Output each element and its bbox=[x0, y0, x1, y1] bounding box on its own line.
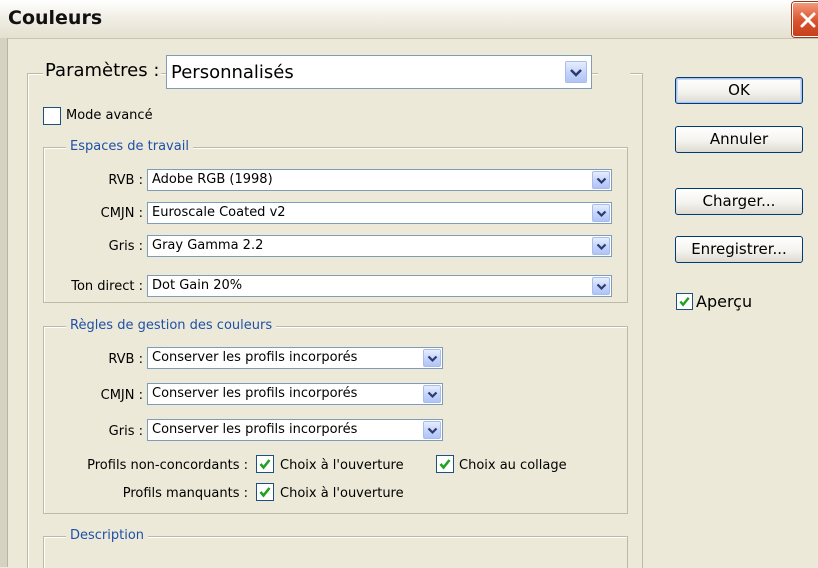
non-concordants-ouverture-label: Choix à l'ouverture bbox=[280, 458, 404, 473]
enregistrer-button[interactable]: Enregistrer... bbox=[675, 236, 803, 263]
espaces-ton-direct-select[interactable]: Dot Gain 20% bbox=[147, 275, 612, 297]
regles-cmjn-value: Conserver les profils incorporés bbox=[152, 386, 358, 401]
chevron-down-icon bbox=[596, 243, 607, 251]
ok-button[interactable]: OK bbox=[675, 77, 803, 104]
close-button[interactable] bbox=[792, 2, 818, 37]
manquants-ouverture-checkbox[interactable] bbox=[256, 483, 274, 501]
regles-rvb-label: RVB : bbox=[108, 352, 143, 367]
espaces-gris-select[interactable]: Gray Gamma 2.2 bbox=[147, 235, 612, 257]
chevron-down-icon bbox=[427, 427, 438, 435]
regles-cmjn-dropdown-button[interactable] bbox=[423, 385, 441, 403]
chevron-down-icon bbox=[427, 391, 438, 399]
manquants-ouverture-label: Choix à l'ouverture bbox=[280, 486, 404, 501]
mode-avance-label: Mode avancé bbox=[66, 108, 153, 123]
description-legend: Description bbox=[66, 528, 149, 543]
espaces-cmjn-dropdown-button[interactable] bbox=[592, 204, 610, 222]
regles-rvb-dropdown-button[interactable] bbox=[423, 349, 441, 367]
chevron-down-icon bbox=[596, 210, 607, 218]
parametres-dropdown-button[interactable] bbox=[565, 61, 587, 83]
close-icon bbox=[800, 12, 816, 28]
chevron-down-icon bbox=[596, 283, 607, 291]
window-title: Couleurs bbox=[8, 7, 103, 29]
parametres-select[interactable]: Personnalisés bbox=[166, 55, 592, 89]
espaces-cmjn-label: CMJN : bbox=[100, 206, 143, 221]
profils-non-concordants-label: Profils non-concordants : bbox=[87, 458, 248, 473]
espaces-gris-value: Gray Gamma 2.2 bbox=[152, 238, 264, 253]
non-concordants-collage-label: Choix au collage bbox=[459, 458, 567, 473]
window-left-edge bbox=[0, 38, 8, 567]
regles-cmjn-select[interactable]: Conserver les profils incorporés bbox=[147, 383, 443, 405]
checkmark-icon bbox=[439, 459, 451, 470]
non-concordants-ouverture-checkbox[interactable] bbox=[256, 455, 274, 473]
chevron-down-icon bbox=[596, 177, 607, 185]
regles-legend: Règles de gestion des couleurs bbox=[66, 318, 277, 333]
checkmark-icon bbox=[679, 297, 690, 307]
espaces-legend: Espaces de travail bbox=[66, 139, 193, 154]
espaces-ton-direct-dropdown-button[interactable] bbox=[592, 277, 610, 295]
espaces-ton-direct-label: Ton direct : bbox=[71, 279, 143, 294]
apercu-label: Aperçu bbox=[696, 292, 753, 311]
mode-avance-checkbox[interactable] bbox=[43, 107, 61, 125]
espaces-gris-dropdown-button[interactable] bbox=[592, 237, 610, 255]
espaces-rvb-dropdown-button[interactable] bbox=[592, 171, 610, 189]
non-concordants-collage-checkbox[interactable] bbox=[436, 455, 454, 473]
apercu-checkbox[interactable] bbox=[676, 293, 693, 310]
regles-gris-select[interactable]: Conserver les profils incorporés bbox=[147, 419, 443, 441]
profils-manquants-label: Profils manquants : bbox=[122, 486, 248, 501]
parametres-label: Paramètres : bbox=[43, 60, 162, 81]
parametres-value: Personnalisés bbox=[171, 62, 294, 83]
regles-gris-label: Gris : bbox=[108, 424, 143, 439]
espaces-rvb-value: Adobe RGB (1998) bbox=[152, 172, 273, 187]
espaces-rvb-label: RVB : bbox=[108, 173, 143, 188]
espaces-ton-direct-value: Dot Gain 20% bbox=[152, 278, 243, 293]
regles-gris-dropdown-button[interactable] bbox=[423, 421, 441, 439]
checkmark-icon bbox=[259, 459, 271, 470]
title-bar: Couleurs bbox=[0, 0, 818, 39]
checkmark-icon bbox=[259, 487, 271, 498]
espaces-gris-label: Gris : bbox=[108, 239, 143, 254]
regles-gris-value: Conserver les profils incorporés bbox=[152, 422, 358, 437]
chevron-down-icon bbox=[427, 355, 438, 363]
regles-rvb-value: Conserver les profils incorporés bbox=[152, 350, 358, 365]
annuler-button[interactable]: Annuler bbox=[675, 126, 803, 153]
espaces-cmjn-select[interactable]: Euroscale Coated v2 bbox=[147, 202, 612, 224]
chevron-down-icon bbox=[570, 69, 582, 77]
espaces-cmjn-value: Euroscale Coated v2 bbox=[152, 205, 286, 220]
regles-rvb-select[interactable]: Conserver les profils incorporés bbox=[147, 347, 443, 369]
espaces-rvb-select[interactable]: Adobe RGB (1998) bbox=[147, 169, 612, 191]
charger-button[interactable]: Charger... bbox=[675, 188, 803, 215]
regles-cmjn-label: CMJN : bbox=[100, 388, 143, 403]
